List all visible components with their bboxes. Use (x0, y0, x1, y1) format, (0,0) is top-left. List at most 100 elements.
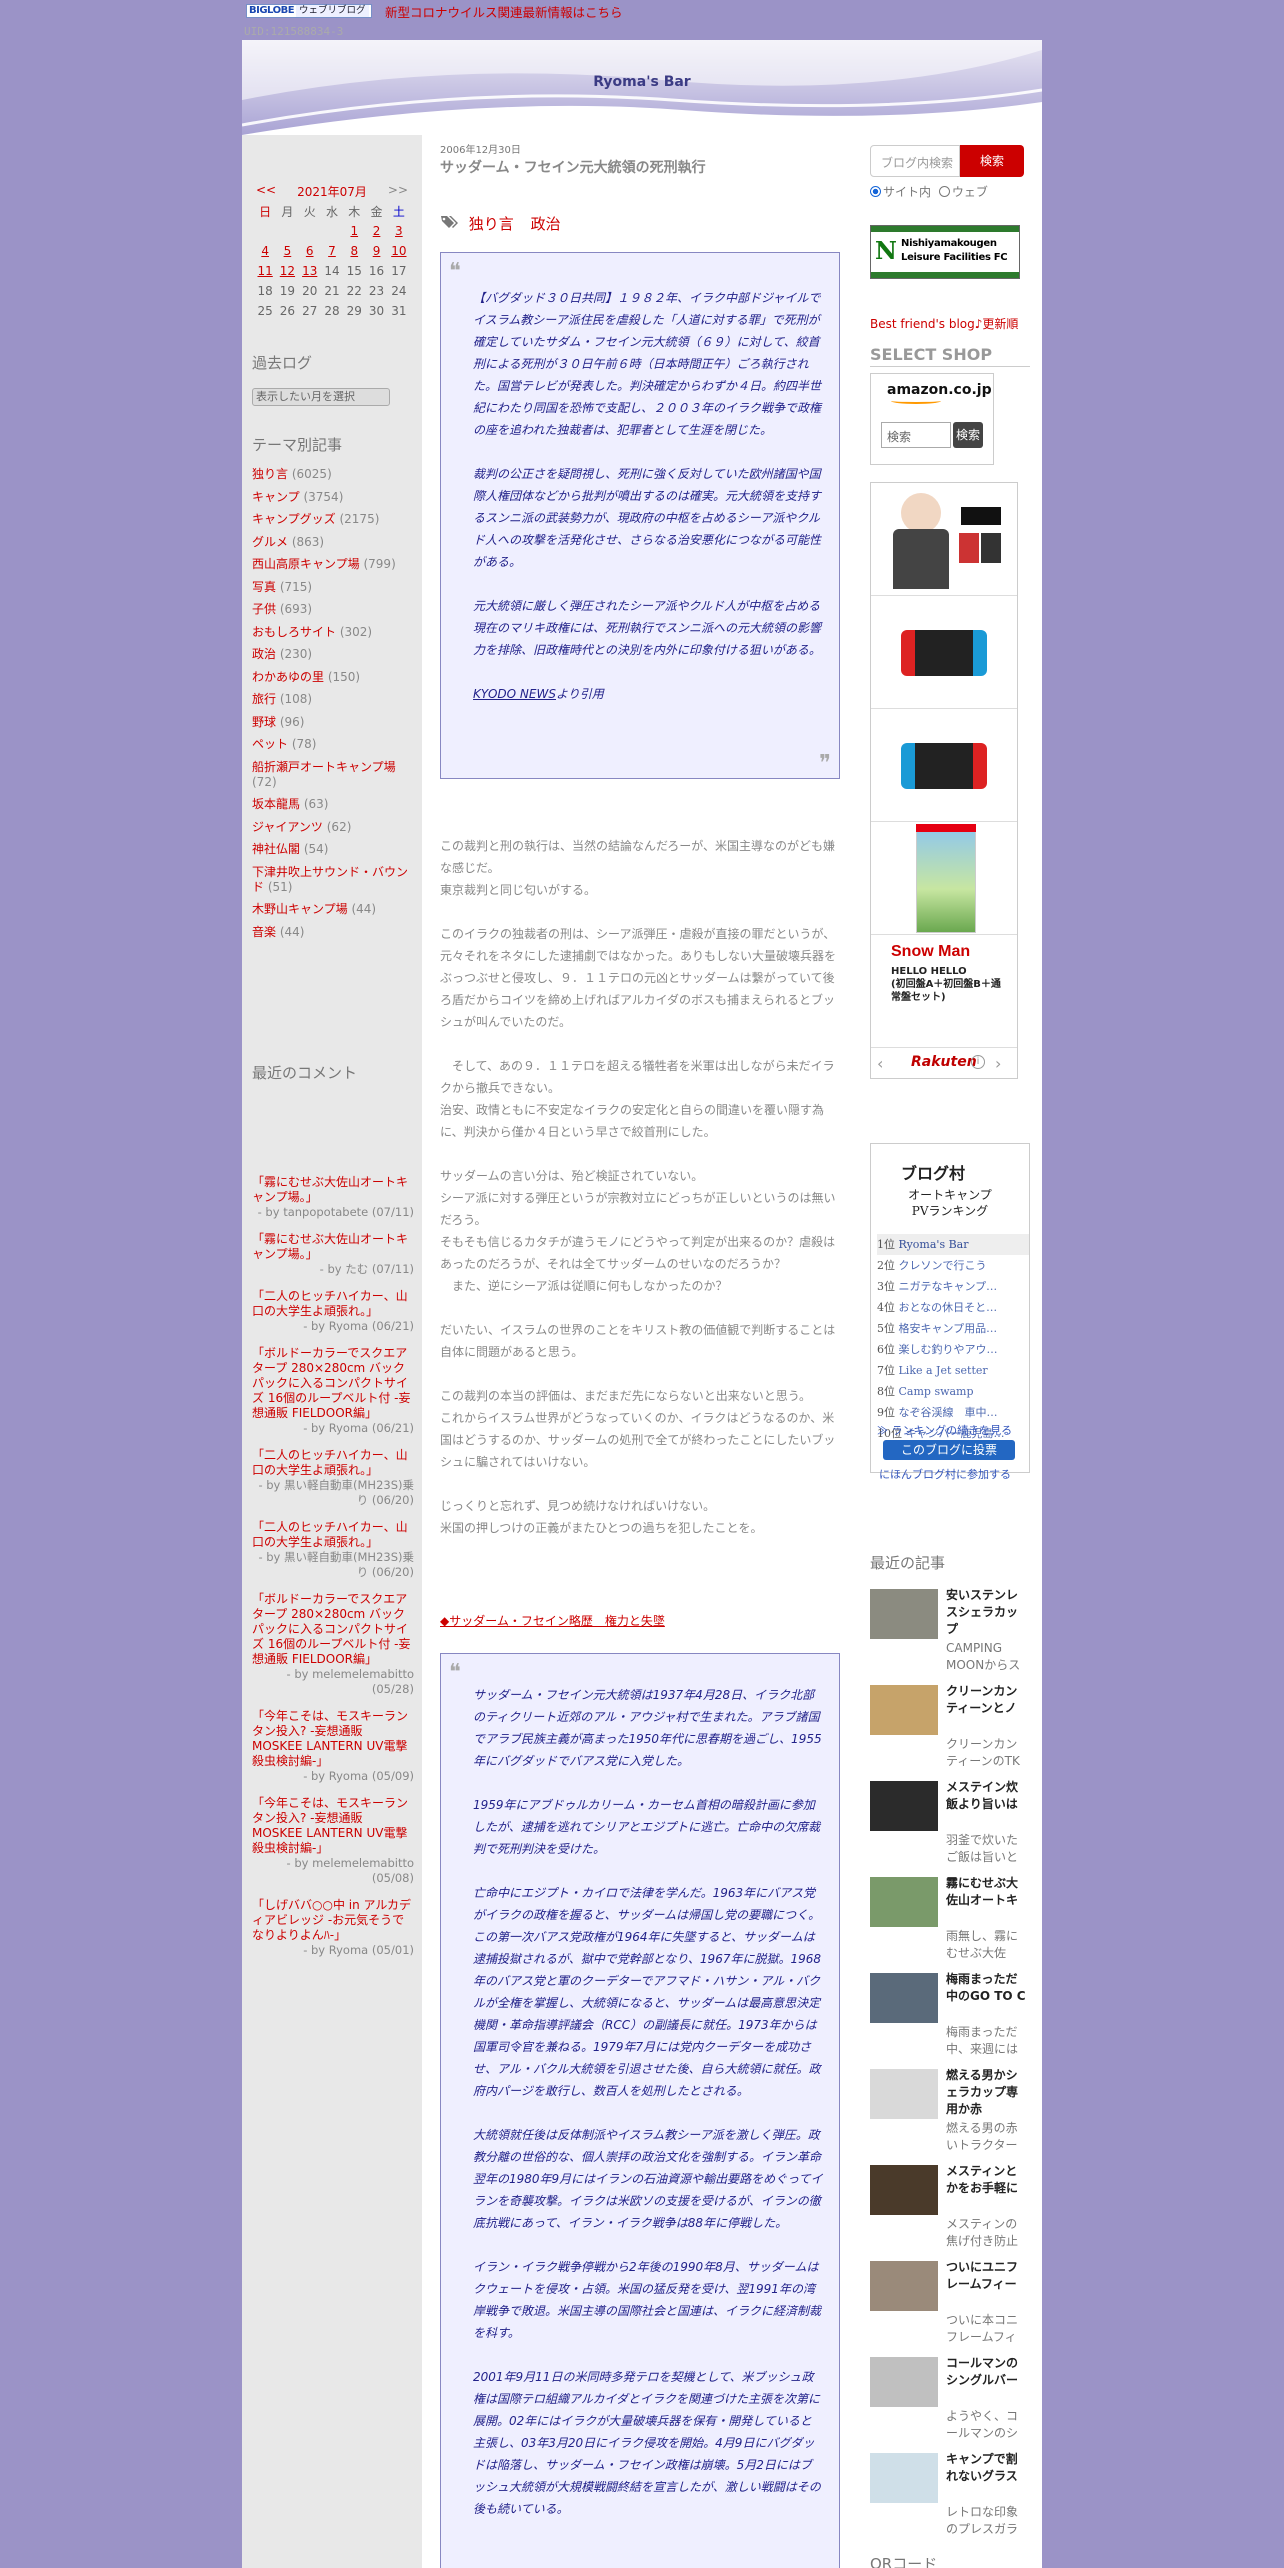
calendar-day[interactable]: 11 (254, 261, 276, 281)
category-item[interactable]: わかあゆの里 (150) (252, 670, 412, 685)
recent-post-item[interactable]: 霧にむせぶ大佐山オートキ 雨無し、霧にむせぶ大佐 (870, 1875, 1042, 1971)
recent-post-title[interactable]: ついにユニフレームフィー (946, 2259, 1026, 2293)
recent-post-item[interactable]: コールマンのシングルバー ようやく、コールマンのシ (870, 2355, 1042, 2451)
chevron-right-icon[interactable]: › (995, 1054, 1001, 1073)
category-item[interactable]: 木野山キャンプ場 (44) (252, 902, 412, 917)
recent-post-item[interactable]: ついにユニフレームフィー ついに本コニフレームフィ (870, 2259, 1042, 2355)
product-snowman-album[interactable]: Snow Man HELLO HELLO (初回盤A＋初回盤B＋通常盤セット) (871, 935, 1017, 1048)
recent-post-title[interactable]: 梅雨まっただ中のGO TO C (946, 1971, 1026, 2005)
calendar-day-link[interactable]: 12 (280, 264, 295, 278)
post-thumbnail[interactable] (870, 2261, 938, 2311)
site-radio[interactable] (870, 186, 881, 197)
category-link[interactable]: 神社仏閣 (252, 842, 300, 856)
ranking-item[interactable]: 6位 楽しむ釣りやアウ… (877, 1339, 1029, 1360)
category-item[interactable]: 子供 (693) (252, 602, 412, 617)
calendar-day[interactable]: 7 (321, 241, 343, 261)
calendar-month[interactable]: 2021年07月 (297, 183, 367, 199)
calendar-day-link[interactable]: 9 (373, 244, 381, 258)
calendar-day[interactable]: 9 (365, 241, 387, 261)
product-switch-1[interactable] (871, 596, 1017, 709)
comment-link[interactable]: 「今年こそは、モスキーランタン投入? -妄想通販 MOSKEE LANTERN … (252, 1796, 414, 1856)
ranking-item[interactable]: 1位 Ryoma's Bar (877, 1234, 1029, 1255)
category-item[interactable]: 政治 (230) (252, 647, 412, 662)
comment-link[interactable]: 「霧にむせぶ大佐山オートキャンプ場。」 (252, 1232, 414, 1262)
vote-button[interactable]: このブログに投票 (883, 1440, 1015, 1460)
calendar-day-link[interactable]: 1 (350, 224, 358, 238)
category-item[interactable]: ペット (78) (252, 737, 412, 752)
recent-post-item[interactable]: 梅雨まっただ中のGO TO C 梅雨まっただ中、来週には (870, 1971, 1042, 2067)
comment-link[interactable]: 「今年こそは、モスキーランタン投入? -妄想通販 MOSKEE LANTERN … (252, 1709, 414, 1769)
ranking-item[interactable]: 7位 Like a Jet setter (877, 1360, 1029, 1381)
category-link[interactable]: ペット (252, 737, 288, 751)
recent-post-title[interactable]: 安いステンレスシェラカップ (946, 1587, 1026, 1638)
category-item[interactable]: 独り言 (6025) (252, 467, 412, 482)
category-item[interactable]: グルメ (863) (252, 535, 412, 550)
calendar-day[interactable]: 10 (388, 241, 410, 261)
recent-post-item[interactable]: 安いステンレスシェラカップCAMPING MOONからステ (870, 1587, 1042, 1683)
recent-post-item[interactable]: クリーンカンティーンとノ クリーンカンティーンのTK (870, 1683, 1042, 1779)
post-thumbnail[interactable] (870, 1685, 938, 1735)
chevron-left-icon[interactable]: ‹ (877, 1054, 883, 1073)
calendar-day[interactable]: 2 (365, 221, 387, 241)
category-item[interactable]: 西山高原キャンプ場 (799) (252, 557, 412, 572)
blogmura-logo[interactable]: ブログ村 (901, 1160, 965, 1184)
recent-post-item[interactable]: キャンプで割れないグラス レトロな印象のプレスガラ (870, 2451, 1042, 2547)
recent-post-title[interactable]: 霧にむせぶ大佐山オートキ (946, 1875, 1026, 1909)
category-item[interactable]: 坂本龍馬 (63) (252, 797, 412, 812)
product-game-case[interactable] (871, 822, 1017, 935)
calendar-day[interactable]: 6 (299, 241, 321, 261)
category-link[interactable]: 木野山キャンプ場 (252, 902, 348, 916)
comment-link[interactable]: 「二人のヒッチハイカー、山口の大学生よ頑張れ。」 (252, 1289, 414, 1319)
category-item[interactable]: 船折瀬戸オートキャンプ場 (72) (252, 760, 412, 790)
category-item[interactable]: 旅行 (108) (252, 692, 412, 707)
ranking-more-link[interactable]: ≫ ランキングの続きを見る (877, 1422, 1012, 1438)
recent-post-title[interactable]: コールマンのシングルバー (946, 2355, 1026, 2389)
comment-link[interactable]: 「霧にむせぶ大佐山オートキャンプ場。」 (252, 1175, 414, 1205)
category-link[interactable]: 音楽 (252, 925, 276, 939)
category-link[interactable]: わかあゆの里 (252, 670, 324, 684)
calendar-day-link[interactable]: 10 (391, 244, 406, 258)
product-apron[interactable] (871, 483, 1017, 596)
web-radio[interactable] (938, 186, 950, 197)
covid-news-link[interactable]: 新型コロナウイルス関連最新情報はこちら (385, 2, 623, 21)
calendar-day[interactable]: 1 (343, 221, 365, 241)
tag-link[interactable]: 政治 (531, 215, 561, 233)
category-item[interactable]: おもしろサイト (302) (252, 625, 412, 640)
product-switch-2[interactable] (871, 709, 1017, 822)
category-item[interactable]: キャンプグッズ (2175) (252, 512, 412, 527)
category-link[interactable]: 坂本龍馬 (252, 797, 300, 811)
category-link[interactable]: 写真 (252, 580, 276, 594)
post-thumbnail[interactable] (870, 1973, 938, 2023)
rakuten-logo[interactable]: Rakuten (911, 1054, 977, 1070)
comment-link[interactable]: 「二人のヒッチハイカー、山口の大学生よ頑張れ。」 (252, 1520, 414, 1550)
calendar-day[interactable]: 4 (254, 241, 276, 261)
amazon-logo[interactable]: amazon.co.jp (887, 382, 992, 398)
category-item[interactable]: 音楽 (44) (252, 925, 412, 940)
recent-post-item[interactable]: 燃える男かシェラカップ専用か赤 燃える男の赤いトラクター (870, 2067, 1042, 2163)
recent-post-title[interactable]: キャンプで割れないグラス (946, 2451, 1026, 2485)
calendar-day[interactable]: 8 (343, 241, 365, 261)
calendar-next-link[interactable]: >> (388, 183, 408, 199)
calendar-day[interactable]: 5 (276, 241, 298, 261)
archive-select[interactable]: 表示したい月を選択 (252, 388, 390, 406)
post-thumbnail[interactable] (870, 2453, 938, 2503)
comment-link[interactable]: 「ボルドーカラーでスクエアタープ 280×280cm バックパックに入るコンパク… (252, 1592, 414, 1667)
category-link[interactable]: グルメ (252, 535, 288, 549)
amazon-search-button[interactable]: 検索 (953, 422, 983, 448)
recent-post-title[interactable]: メスティンとかをお手軽に (946, 2163, 1026, 2197)
category-link[interactable]: キャンプグッズ (252, 512, 336, 526)
post-thumbnail[interactable] (870, 1781, 938, 1831)
category-item[interactable]: ジャイアンツ (62) (252, 820, 412, 835)
recent-post-title[interactable]: クリーンカンティーンとノ (946, 1683, 1026, 1717)
ranking-item[interactable]: 8位 Camp swamp (877, 1381, 1029, 1402)
category-link[interactable]: 旅行 (252, 692, 276, 706)
comment-link[interactable]: 「しげババ○○中 in アルカディアビレッジ -お元気そうでなりよりよんﾊ-」 (252, 1898, 414, 1943)
category-link[interactable]: おもしろサイト (252, 625, 336, 639)
calendar-day-link[interactable]: 6 (306, 244, 314, 258)
best-friend-blog-link[interactable]: Best friend's blog♪更新順 (870, 315, 1018, 332)
category-item[interactable]: 下津井吹上サウンド・バウンド (51) (252, 865, 412, 895)
biography-link[interactable]: ◆サッダーム・フセイン略歴 権力と失墜 (440, 1612, 665, 1629)
category-link[interactable]: 西山高原キャンプ場 (252, 557, 360, 571)
biglobe-logo[interactable]: BIGLOBE ウェブリブログ (246, 4, 372, 18)
search-button[interactable]: 検索 (960, 145, 1024, 177)
